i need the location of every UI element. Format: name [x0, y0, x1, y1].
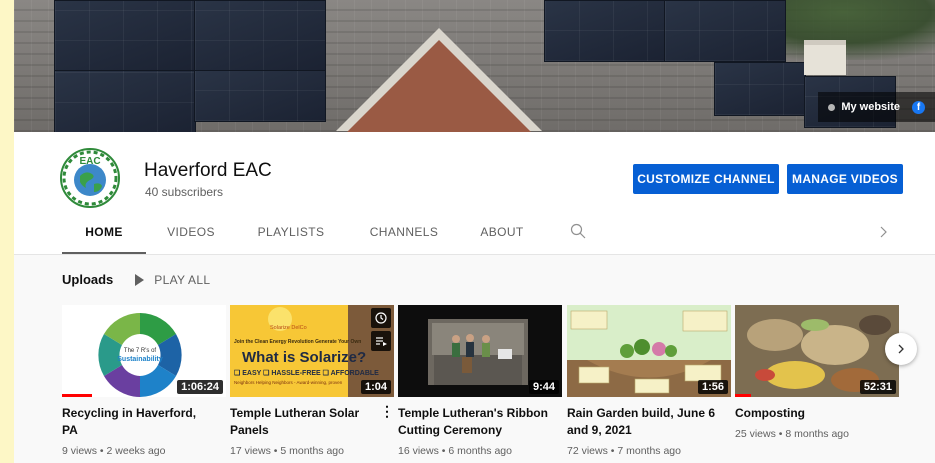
carousel-next-button[interactable] — [885, 333, 917, 365]
play-all-button[interactable]: PLAY ALL — [135, 273, 210, 287]
svg-text:The 7 R's of: The 7 R's of — [124, 348, 156, 354]
watch-progress-bar — [735, 394, 752, 397]
chevron-right-icon[interactable] — [876, 224, 890, 240]
channel-banner: My website f — [14, 0, 935, 132]
video-duration: 9:44 — [528, 380, 559, 394]
channel-tabs: HOME VIDEOS PLAYLISTS CHANNELS ABOUT — [14, 218, 935, 254]
video-thumbnail[interactable]: 52:31 — [735, 305, 899, 397]
more-actions-icon[interactable]: ⋮ — [380, 403, 394, 421]
solar-panel — [714, 62, 806, 116]
watch-later-icon[interactable] — [371, 308, 391, 328]
channel-avatar[interactable]: EAC — [60, 148, 120, 208]
add-to-queue-icon[interactable] — [371, 331, 391, 351]
video-title[interactable]: Temple Lutheran's Ribbon Cutting Ceremon… — [398, 405, 548, 439]
video-card[interactable]: 9:44 Temple Lutheran's Ribbon Cutting Ce… — [398, 305, 562, 457]
solar-panel — [194, 70, 326, 122]
video-meta: 16 views • 6 months ago — [398, 445, 512, 457]
play-icon — [135, 273, 145, 286]
solar-panel — [544, 0, 666, 62]
video-duration: 52:31 — [859, 380, 896, 394]
video-duration: 1:56 — [697, 380, 728, 394]
video-thumbnail[interactable]: The 7 R's of Sustainability 1:06:24 — [62, 305, 226, 397]
watch-progress-bar — [62, 394, 92, 397]
svg-text:Join the Clean Energy Revoluti: Join the Clean Energy Revolution Generat… — [234, 339, 361, 345]
chimney — [804, 40, 846, 75]
video-card[interactable]: Solarize DelCo Join the Clean Energy Rev… — [230, 305, 394, 457]
channel-page: My website f EAC Haverford EAC 40 subscr… — [14, 0, 935, 463]
subscriber-count: 40 subscribers — [145, 185, 224, 199]
solar-panel — [54, 70, 196, 132]
video-meta: 25 views • 8 months ago — [735, 428, 849, 440]
svg-text:Neighbors Helping Neighbors -: Neighbors Helping Neighbors - Award-winn… — [234, 380, 343, 385]
tab-videos[interactable]: VIDEOS — [160, 218, 222, 254]
solar-panel — [54, 0, 196, 72]
globe-icon — [828, 103, 836, 111]
svg-text:Sustainability: Sustainability — [117, 356, 163, 363]
video-meta: 72 views • 7 months ago — [567, 445, 681, 457]
video-card[interactable]: The 7 R's of Sustainability 1:06:24 Recy… — [62, 305, 226, 457]
video-title[interactable]: Composting — [735, 405, 885, 422]
chevron-right-icon — [898, 344, 904, 354]
tab-about[interactable]: ABOUT — [474, 218, 530, 254]
manage-videos-button[interactable]: MANAGE VIDEOS — [787, 164, 903, 194]
customize-channel-button[interactable]: CUSTOMIZE CHANNEL — [633, 164, 779, 194]
search-icon[interactable] — [570, 223, 586, 239]
video-title[interactable]: Temple Lutheran Solar Panels — [230, 405, 380, 439]
video-meta: 9 views • 2 weeks ago — [62, 445, 166, 457]
video-duration: 1:04 — [360, 380, 391, 394]
tab-home[interactable]: HOME — [62, 218, 146, 254]
uploads-header: Uploads PLAY ALL — [62, 272, 210, 287]
eac-logo-icon: EAC — [62, 150, 118, 206]
video-meta: 17 views • 5 months ago — [230, 445, 344, 457]
channel-header: EAC Haverford EAC 40 subscribers CUSTOMI… — [14, 132, 935, 255]
banner-links[interactable]: My website f — [818, 92, 935, 122]
facebook-icon[interactable]: f — [912, 100, 925, 114]
svg-text:What is Solarize?: What is Solarize? — [242, 349, 366, 366]
solar-panel — [194, 0, 326, 72]
video-title[interactable]: Rain Garden build, June 6 and 9, 2021 — [567, 405, 717, 439]
video-card[interactable]: 52:31 Composting 25 views • 8 months ago — [735, 305, 899, 440]
video-thumbnail[interactable]: Solarize DelCo Join the Clean Energy Rev… — [230, 305, 394, 397]
video-thumbnail[interactable]: 1:56 — [567, 305, 731, 397]
video-card[interactable]: 1:56 Rain Garden build, June 6 and 9, 20… — [567, 305, 731, 457]
svg-text:Solarize DelCo: Solarize DelCo — [270, 325, 307, 331]
tab-playlists[interactable]: PLAYLISTS — [251, 218, 331, 254]
roof-gable — [344, 40, 534, 132]
video-title[interactable]: Recycling in Haverford, PA — [62, 405, 212, 439]
video-thumbnail[interactable]: 9:44 — [398, 305, 562, 397]
solar-panel — [664, 0, 786, 62]
thumbnail-hover-actions — [371, 308, 391, 351]
svg-text:❑ EASY ❑ HASSLE-FREE ❑ AFFORDA: ❑ EASY ❑ HASSLE-FREE ❑ AFFORDABLE — [234, 369, 379, 377]
play-all-label[interactable]: PLAY ALL — [154, 273, 210, 287]
channel-name: Haverford EAC — [144, 160, 272, 181]
video-duration: 1:06:24 — [177, 380, 223, 394]
tab-channels[interactable]: CHANNELS — [364, 218, 444, 254]
section-title: Uploads — [62, 272, 114, 287]
svg-text:EAC: EAC — [79, 156, 100, 167]
banner-link-label[interactable]: My website — [841, 101, 900, 113]
